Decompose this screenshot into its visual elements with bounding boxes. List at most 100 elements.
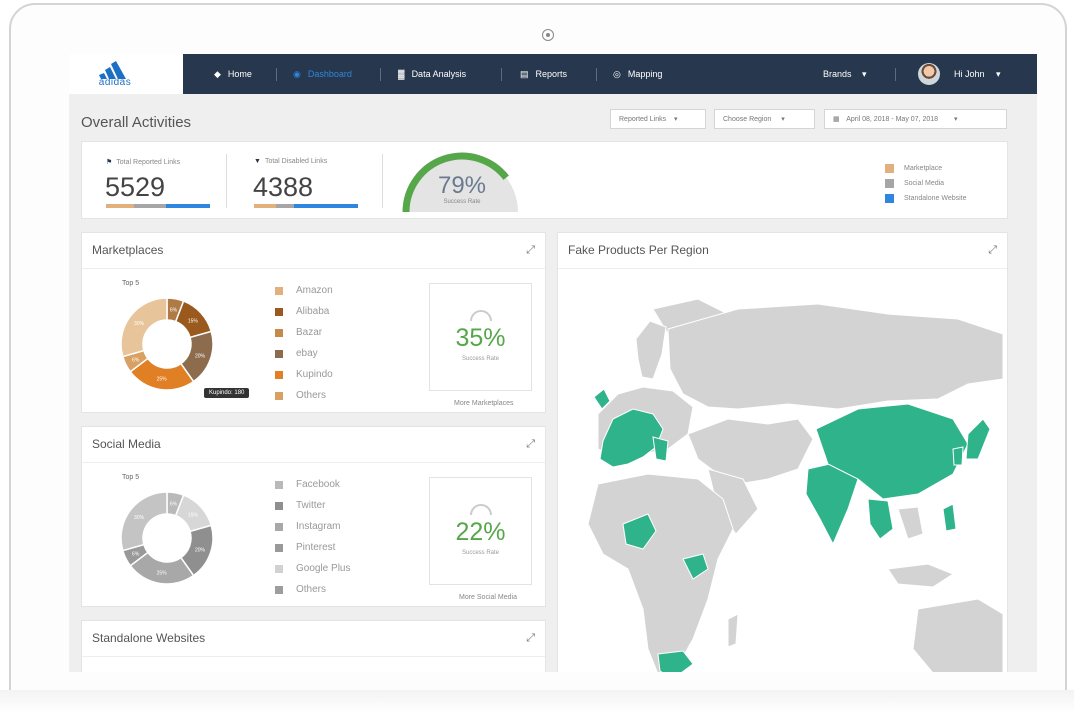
dashboard-icon: ◉ (293, 69, 301, 79)
social-media-panel: Social Media ⤢ Top 5 6% 15% 20% 25% 6% 30% Fa… (81, 426, 546, 607)
expand-icon[interactable]: ⤢ (526, 632, 535, 645)
legend-google-plus: Google Plus (296, 563, 351, 574)
legend-amazon: Amazon (296, 285, 333, 296)
nav-divider (895, 68, 896, 81)
legend-swatch (275, 481, 283, 489)
expand-icon[interactable]: ⤢ (988, 244, 997, 257)
expand-icon[interactable]: ⤢ (526, 438, 535, 451)
nav-dashboard[interactable]: ◉ Dashboard (293, 54, 352, 94)
flag-icon: ⚑ (106, 159, 113, 166)
marketplaces-rate-label: Success Rate (461, 356, 500, 362)
calendar-icon: ▦ (833, 116, 840, 123)
user-greeting: Hi John (954, 69, 985, 79)
slice-label: 6% (132, 358, 140, 364)
marketplace-bar (106, 204, 134, 208)
legend-swatch (275, 523, 283, 531)
panel-title: Social Media (92, 437, 161, 451)
legend-swatch (275, 586, 283, 594)
brand-logo[interactable]: adidas (69, 54, 183, 94)
nav-reports[interactable]: ▤ Reports (520, 54, 567, 94)
standalone-bar (294, 204, 358, 208)
report-icon: ▤ (520, 69, 529, 79)
choose-region-select[interactable]: Choose Region ▾ (714, 109, 815, 129)
marketplaces-rate-box: 35% Success Rate (429, 283, 532, 391)
legend-swatch (275, 371, 283, 379)
panel-title: Standalone Websites (92, 631, 206, 645)
top5-label: Top 5 (122, 474, 140, 481)
slice-label: 20% (195, 548, 206, 554)
marketplaces-panel: Marketplaces ⤢ Top 5 6% 15% 20% 25% 6% 30% Ku… (81, 232, 546, 413)
slice-label: 6% (170, 502, 178, 508)
map-panel: Fake Products Per Region ⤢ (557, 232, 1008, 672)
success-rate-label: Success Rate (443, 199, 481, 205)
legend-others: Others (296, 584, 327, 595)
date-range-label: April 08, 2018 - May 07, 2018 (846, 116, 939, 123)
legend-swatch (275, 287, 283, 295)
top5-label: Top 5 (122, 280, 140, 287)
logo-text: adidas (98, 77, 132, 88)
social-bar (134, 204, 166, 208)
legend-swatch (275, 308, 283, 316)
legend-swatch (275, 329, 283, 337)
chart-icon: ▓ (398, 69, 405, 79)
social-rate-value: 22% (455, 518, 506, 546)
nav-data-analysis[interactable]: ▓ Data Analysis (398, 54, 466, 94)
legend-ebay: ebay (296, 348, 318, 359)
user-menu[interactable]: Hi John ▾ (954, 54, 1001, 94)
social-media-donut-chart: 6% 15% 20% 25% 6% 30% (120, 491, 214, 585)
nav-home[interactable]: ◆ Home (214, 54, 252, 94)
reported-links-label: Reported Links (619, 116, 667, 123)
social-rate-label: Success Rate (461, 550, 500, 556)
standalone-panel: Standalone Websites ⤢ (81, 620, 546, 672)
slice-label: 15% (188, 318, 199, 324)
page-title: Overall Activities (81, 114, 192, 131)
divider (82, 656, 545, 657)
slice-label: 25% (157, 377, 168, 383)
legend-pinterest: Pinterest (296, 542, 336, 553)
mini-gauge-icon (470, 504, 492, 516)
stat-divider (382, 154, 383, 208)
expand-icon[interactable]: ⤢ (526, 244, 535, 257)
legend-alibaba: Alibaba (296, 306, 330, 317)
nav-home-label: Home (227, 69, 252, 79)
nav-divider (380, 68, 381, 81)
brands-dropdown[interactable]: Brands ▾ (823, 54, 867, 94)
nav-divider (501, 68, 502, 81)
target-icon: ◎ (613, 69, 621, 79)
legend-twitter: Twitter (296, 500, 326, 511)
nav-divider (596, 68, 597, 81)
mini-gauge-icon (470, 310, 492, 322)
nav-reports-label: Reports (535, 69, 568, 79)
legend-bazar: Bazar (296, 327, 323, 338)
stat-divider (226, 154, 227, 208)
slice-label: 20% (195, 354, 206, 360)
legend-swatch-standalone (885, 194, 894, 203)
reported-links-select[interactable]: Reported Links ▾ (610, 109, 706, 129)
home-icon: ◆ (214, 69, 221, 79)
reported-links-value: 5529 (105, 172, 166, 202)
legend-swatch (275, 544, 283, 552)
more-social-media-link[interactable]: More Social Media (459, 594, 517, 601)
disabled-links-label-text: Total Disabled Links (264, 158, 328, 165)
laptop-base (0, 690, 1074, 713)
reported-links-stat-label: ⚑ Total Reported Links (106, 158, 180, 166)
chart-tooltip: Kupindo: 180 (204, 388, 250, 398)
chevron-down-icon: ▾ (953, 116, 958, 123)
chevron-down-icon: ▾ (674, 116, 678, 123)
slice-label: 6% (132, 552, 140, 558)
nav-divider (276, 68, 277, 81)
world-map[interactable] (558, 269, 1007, 672)
nav-mapping[interactable]: ◎ Mapping (613, 54, 662, 94)
slice-label: 30% (134, 321, 145, 327)
screen: adidas ◆ Home ◉ Dashboard ▓ Data Analysis ▤… (69, 54, 1037, 672)
date-range-picker[interactable]: ▦ April 08, 2018 - May 07, 2018 ▾ (824, 109, 1007, 129)
top-navbar: adidas ◆ Home ◉ Dashboard ▓ Data Analysis ▤… (69, 54, 1037, 94)
marketplaces-donut-chart: 6% 15% 20% 25% 6% 30% (120, 297, 214, 391)
chevron-down-icon: ▾ (781, 116, 785, 123)
more-marketplaces-link[interactable]: More Marketplaces (454, 400, 514, 407)
thumbs-down-icon: ▼ (254, 158, 261, 165)
avatar[interactable] (918, 63, 940, 85)
legend-others: Others (296, 390, 327, 401)
brands-label: Brands (823, 69, 852, 79)
nav-data-analysis-label: Data Analysis (411, 69, 467, 79)
